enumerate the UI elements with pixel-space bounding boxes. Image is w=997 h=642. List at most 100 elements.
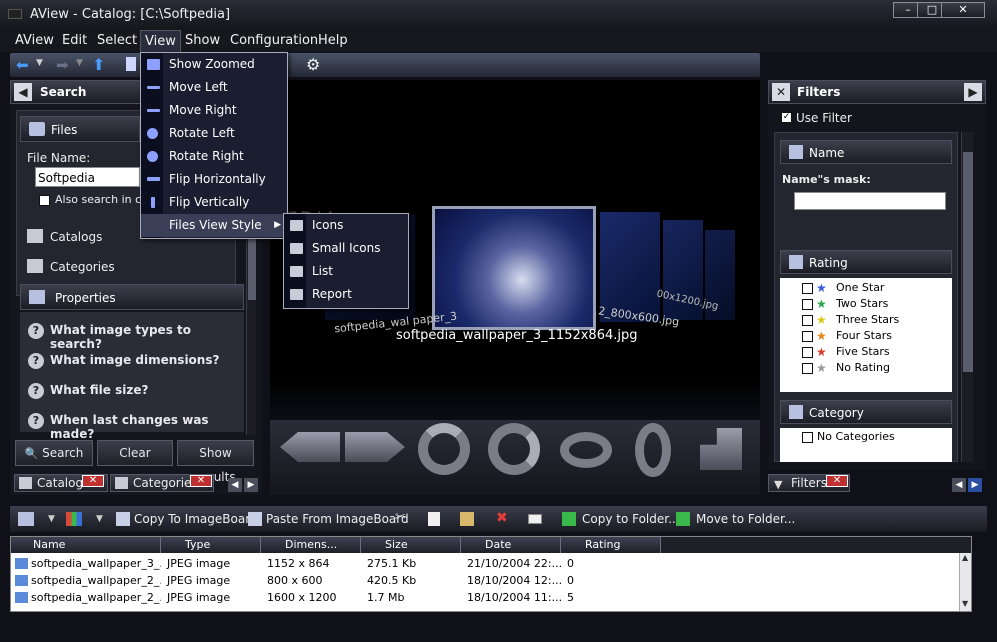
close-categories-tab-icon[interactable]: ✕ [190,475,212,487]
menu-flip-vertically[interactable]: Flip Vertically [141,191,287,214]
menu-configuration[interactable]: Configuration [230,33,318,48]
menu-view[interactable]: View [140,30,181,53]
question-image-types[interactable]: What image types to search? [50,323,244,351]
submenu-list[interactable]: List [284,260,408,283]
menu-files-view-style[interactable]: Files View Style ▶ [141,214,287,237]
rating-checkbox[interactable] [802,363,813,374]
zoom-fit-icon[interactable] [700,428,742,470]
menu-rotate-right[interactable]: Rotate Right [141,145,287,168]
back-dropdown-icon[interactable]: ▼ [36,58,43,68]
table-row[interactable]: softpedia_wallpaper_2_... JPEG image 800… [11,572,661,589]
forward-arrow-icon[interactable]: ➡ [56,56,69,74]
also-search-checkbox[interactable] [39,195,50,206]
question-image-dimensions[interactable]: What image dimensions? [50,353,219,367]
paste-icon[interactable] [460,512,474,526]
rotate-right-icon[interactable] [488,423,540,475]
rating-checkbox[interactable] [802,283,813,294]
rating-checkbox[interactable] [802,331,813,342]
col-date[interactable]: Date [461,537,561,553]
view-list-icon[interactable] [18,512,34,526]
thumbnails-dropdown-icon[interactable]: ▼ [96,514,103,524]
thumbnails-icon[interactable] [66,512,82,526]
question-last-changes[interactable]: When last changes was made? [50,413,244,441]
use-filter-checkbox[interactable]: ✓ [781,112,792,123]
submenu-icons[interactable]: Icons [284,214,408,237]
menu-show[interactable]: Show [185,33,220,48]
no-categories-checkbox[interactable] [802,432,813,443]
book-icon[interactable] [126,57,136,71]
rename-icon[interactable] [528,514,542,524]
collapse-left-icon[interactable]: ◀ [14,83,32,101]
cut-icon[interactable]: ✂ [395,510,406,525]
back-arrow-icon[interactable]: ⬅ [16,56,29,74]
current-image[interactable] [432,206,596,330]
close-button[interactable]: ✕ [941,2,985,18]
files-header[interactable]: Files [20,116,140,142]
filters-tab-scroll-right-icon[interactable]: ▶ [968,478,982,492]
col-size[interactable]: Size [361,537,461,553]
col-type[interactable]: Type [161,537,261,553]
rotate-left-icon[interactable] [418,423,470,475]
close-filters-icon[interactable]: ✕ [772,83,790,101]
col-rating[interactable]: Rating [561,537,661,553]
close-filters-tab-icon[interactable]: ✕ [826,475,848,487]
copy-to-imageboard-button[interactable]: Copy To ImageBoard [134,512,258,526]
rating-checkbox[interactable] [802,315,813,326]
expand-right-icon[interactable]: ▶ [964,83,982,101]
filters-scrollbar[interactable] [961,132,973,462]
delete-icon[interactable]: ✖ [496,510,508,526]
menu-help[interactable]: Help [318,33,348,48]
tab-scroll-left-icon[interactable]: ◀ [228,478,242,492]
col-name[interactable]: Name [11,537,161,553]
menu-show-zoomed[interactable]: Show Zoomed [141,53,287,76]
menu-rotate-left[interactable]: Rotate Left [141,122,287,145]
scroll-down-icon[interactable]: ▼ [962,599,968,608]
category-filter-header[interactable]: Category [780,400,952,424]
rating-checkbox[interactable] [802,347,813,358]
flip-horizontal-icon[interactable] [560,432,612,468]
table-row[interactable]: softpedia_wallpaper_2_... JPEG image 160… [11,589,661,606]
file-name-input[interactable]: Softpedia [35,167,140,187]
nav-categories[interactable]: Categories [50,260,115,274]
copy-icon[interactable] [428,512,440,526]
star-icon: ★ [816,329,827,343]
scrollbar-thumb[interactable] [963,152,973,372]
menu-flip-horizontally[interactable]: Flip Horizontally [141,168,287,191]
submenu-report[interactable]: Report [284,283,408,306]
filters-tab-scroll-left-icon[interactable]: ◀ [952,478,966,492]
table-row[interactable]: softpedia_wallpaper_3_... JPEG image 115… [11,555,661,572]
copy-to-folder-button[interactable]: Copy to Folder... [582,512,680,526]
prev-image-icon[interactable] [280,432,340,462]
col-dimensions[interactable]: Dimens... [261,537,361,553]
up-arrow-icon[interactable]: ⬆ [92,55,105,74]
name-filter-header[interactable]: Name [780,140,952,164]
name-mask-input[interactable] [794,192,946,210]
tab-scroll-right-icon[interactable]: ▶ [244,478,258,492]
paste-from-imageboard-button[interactable]: Paste From ImageBoard [266,512,409,526]
show-results-button[interactable]: Show results [177,440,254,484]
clear-button[interactable]: Clear [97,440,173,466]
rating-label: One Star [836,281,885,294]
menu-aview[interactable]: AView [15,33,54,48]
settings-gear-icon[interactable]: ⚙ [306,55,320,74]
menu-select[interactable]: Select [97,33,137,48]
scroll-up-icon[interactable]: ▲ [962,553,968,562]
view-dropdown-icon[interactable]: ▼ [48,514,55,524]
menu-move-right[interactable]: Move Right [141,99,287,122]
search-button[interactable]: 🔍 Search [15,440,93,466]
rating-filter-header[interactable]: Rating [780,250,952,274]
close-catalogs-tab-icon[interactable]: ✕ [82,475,104,487]
file-list-scrollbar[interactable]: ▲ ▼ [959,553,971,611]
properties-header[interactable]: Properties [20,284,244,310]
rating-checkbox[interactable] [802,299,813,310]
submenu-small-icons[interactable]: Small Icons [284,237,408,260]
flip-vertical-icon[interactable] [635,423,671,477]
menu-move-left[interactable]: Move Left [141,76,287,99]
nav-catalogs[interactable]: Catalogs [50,230,102,244]
menu-edit[interactable]: Edit [62,33,87,48]
next-image-icon[interactable] [345,432,405,462]
forward-dropdown-icon[interactable]: ▼ [76,58,83,68]
question-file-size[interactable]: What file size? [50,383,148,397]
move-to-folder-button[interactable]: Move to Folder... [696,512,795,526]
paste-from-imageboard-icon [248,512,262,526]
